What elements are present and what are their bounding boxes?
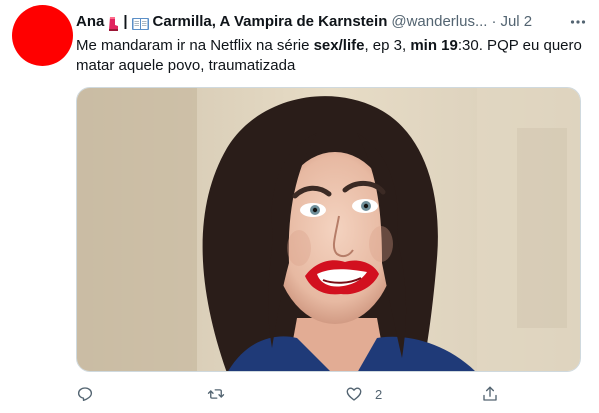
tweet-text-bold: min 19	[410, 37, 458, 54]
like-button[interactable]: 2	[345, 382, 382, 406]
book-icon	[131, 17, 149, 31]
avatar[interactable]	[12, 5, 73, 66]
tweet[interactable]: Ana | Carmilla, A Vampira de Karnstein @…	[0, 0, 599, 413]
dot-separator: ·	[491, 13, 497, 30]
tweet-text: Me mandaram ir na Netflix na série sex/l…	[76, 36, 586, 76]
tweet-image[interactable]	[76, 87, 581, 372]
name-separator: |	[123, 13, 128, 30]
tweet-actions: 2	[76, 382, 506, 406]
heart-icon	[346, 387, 362, 401]
tweet-text-part: , ep 3,	[364, 37, 411, 54]
share-icon	[483, 386, 497, 401]
retweet-button[interactable]	[207, 382, 237, 406]
share-button[interactable]	[481, 382, 511, 406]
tweet-text-bold: sex/life	[313, 37, 365, 54]
display-title[interactable]: Carmilla, A Vampira de Karnstein	[153, 12, 388, 32]
author-name[interactable]: Ana	[76, 12, 104, 32]
reply-icon	[77, 387, 93, 402]
reply-button[interactable]	[76, 382, 106, 406]
tweet-header: Ana | Carmilla, A Vampira de Karnstein @…	[76, 12, 588, 32]
like-count: 2	[375, 386, 383, 402]
retweet-icon	[207, 389, 225, 399]
author-handle[interactable]: @wanderlus...	[391, 12, 487, 32]
photo-of-woman-grimacing	[77, 88, 580, 371]
tweet-text-part: Me mandaram ir na Netflix na série	[76, 37, 314, 54]
tweet-date[interactable]: Jul 2	[500, 12, 532, 32]
more-dots-icon[interactable]	[568, 12, 588, 32]
boot-icon	[108, 17, 119, 31]
